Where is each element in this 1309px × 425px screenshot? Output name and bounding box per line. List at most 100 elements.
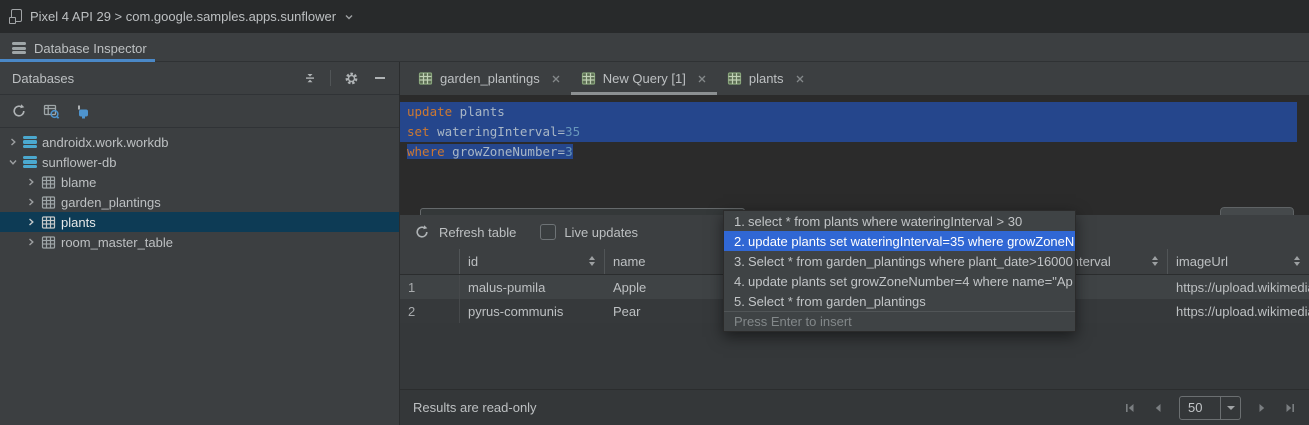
tab-label: plants [749,71,784,86]
column-header-rownum [400,249,460,274]
sql-keyword: where [407,144,445,159]
last-page-icon[interactable] [1283,401,1297,415]
column-header-id[interactable]: id [460,249,605,274]
history-item-number: 4. [724,274,746,289]
databases-toolbar [0,95,399,128]
sql-code[interactable]: update plants set wateringInterval=35 wh… [400,102,1309,162]
column-header-image-url[interactable]: imageUrl [1168,249,1309,274]
results-status-text: Results are read-only [413,400,537,415]
chevron-right-icon[interactable] [26,217,36,227]
sql-line-3: where growZoneNumber=3 [400,142,1297,162]
history-item[interactable]: 5.Select * from garden_plantings [724,291,1075,311]
tab-database-inspector[interactable]: Database Inspector [0,34,163,62]
database-icon [23,136,37,149]
refresh-table-label[interactable]: Refresh table [439,225,516,240]
tree-item-label: plants [61,215,96,230]
run-sql-icon[interactable] [42,102,60,120]
chevron-down-icon[interactable] [343,11,355,23]
history-item-selected[interactable]: 2.update plants set wateringInterval=35 … [724,231,1075,251]
table-icon [41,235,56,250]
first-page-icon[interactable] [1123,401,1137,415]
tree-item-plants[interactable]: plants [0,212,399,232]
inspector-tab-label: Database Inspector [34,41,147,56]
live-updates-label: Live updates [564,225,638,240]
chevron-down-icon[interactable] [8,157,18,167]
live-updates-checkbox[interactable] [540,224,556,240]
refresh-table-icon[interactable] [413,223,431,241]
row-number-cell: 1 [400,275,460,299]
tree-item-label: blame [61,175,96,190]
inspector-tab-bar: Database Inspector [0,33,1309,62]
table-icon [41,215,56,230]
image-url-cell[interactable]: https://upload.wikimedia [1168,275,1309,299]
collapse-all-icon[interactable] [301,69,319,87]
sort-icon[interactable] [1152,256,1158,266]
column-label: id [468,254,478,269]
chevron-right-icon[interactable] [8,137,18,147]
process-bar: Pixel 4 API 29 > com.google.samples.apps… [0,0,1309,33]
history-item-number: 3. [724,254,746,269]
next-page-icon[interactable] [1255,401,1269,415]
hide-panel-icon[interactable] [371,69,389,87]
tab-garden-plantings[interactable]: garden_plantings [408,62,571,95]
databases-panel: Databases [0,62,400,425]
row-number-cell: 2 [400,299,460,323]
query-history-popup: 1.select * from plants where wateringInt… [723,210,1076,332]
sql-number: 35 [565,124,580,139]
editor-tabs: garden_plantings New Query [1] plants [400,62,1309,95]
toolbar-separator [330,70,331,86]
table-icon [41,195,56,210]
sql-text: growZoneNumber= [445,144,565,159]
table-icon [41,175,56,190]
tree-item-androidx-work-workdb[interactable]: androidx.work.workdb [0,132,399,152]
database-icon [12,42,26,55]
image-url-cell[interactable]: https://upload.wikimedia [1168,299,1309,323]
tree-item-label: sunflower-db [42,155,116,170]
table-icon [581,71,596,86]
close-icon[interactable] [795,74,805,84]
tab-label: New Query [1] [603,71,686,86]
page-size-dropdown[interactable]: 50 [1179,396,1241,420]
tree-item-room-master-table[interactable]: room_master_table [0,232,399,252]
sql-keyword: update [407,104,452,119]
database-inspector-window: Pixel 4 API 29 > com.google.samples.apps… [0,0,1309,425]
sort-icon[interactable] [1294,256,1300,266]
history-item-number: 1. [724,214,746,229]
page-size-value: 50 [1180,400,1220,415]
tab-plants[interactable]: plants [717,62,815,95]
keep-connections-open-icon[interactable] [74,102,92,120]
id-cell[interactable]: malus-pumila [460,275,605,299]
chevron-right-icon[interactable] [26,197,36,207]
history-popup-hint: Press Enter to insert [724,311,1075,331]
results-status-bar: Results are read-only 50 [400,389,1309,425]
column-label: imageUrl [1176,254,1228,269]
history-item-text: Select * from garden_plantings where pla… [746,254,1073,269]
sql-editor[interactable]: update plants set wateringInterval=35 wh… [400,95,1309,215]
close-icon[interactable] [697,74,707,84]
gear-icon[interactable] [342,69,360,87]
tree-item-label: room_master_table [61,235,173,250]
sql-line-2: set wateringInterval=35 [400,122,1297,142]
sql-text: plants [452,104,505,119]
process-selector[interactable]: Pixel 4 API 29 > com.google.samples.apps… [30,9,336,24]
tab-new-query-1[interactable]: New Query [1] [571,62,717,95]
tree-item-sunflower-db[interactable]: sunflower-db [0,152,399,172]
sql-text: wateringInterval= [430,124,565,139]
databases-tree: androidx.work.workdb sunflower-db blame … [0,128,399,252]
previous-page-icon[interactable] [1151,401,1165,415]
close-icon[interactable] [551,74,561,84]
chevron-right-icon[interactable] [26,177,36,187]
sql-number: 3 [565,144,573,159]
pagination-controls: 50 [1123,396,1297,420]
history-item[interactable]: 1.select * from plants where wateringInt… [724,211,1075,231]
history-item[interactable]: 4.update plants set growZoneNumber=4 whe… [724,271,1075,291]
databases-panel-header: Databases [0,62,399,95]
chevron-right-icon[interactable] [26,237,36,247]
history-item[interactable]: 3.Select * from garden_plantings where p… [724,251,1075,271]
tree-item-garden-plantings[interactable]: garden_plantings [0,192,399,212]
id-cell[interactable]: pyrus-communis [460,299,605,323]
refresh-icon[interactable] [10,102,28,120]
sort-icon[interactable] [589,256,595,266]
tree-item-blame[interactable]: blame [0,172,399,192]
tree-item-label: garden_plantings [61,195,161,210]
